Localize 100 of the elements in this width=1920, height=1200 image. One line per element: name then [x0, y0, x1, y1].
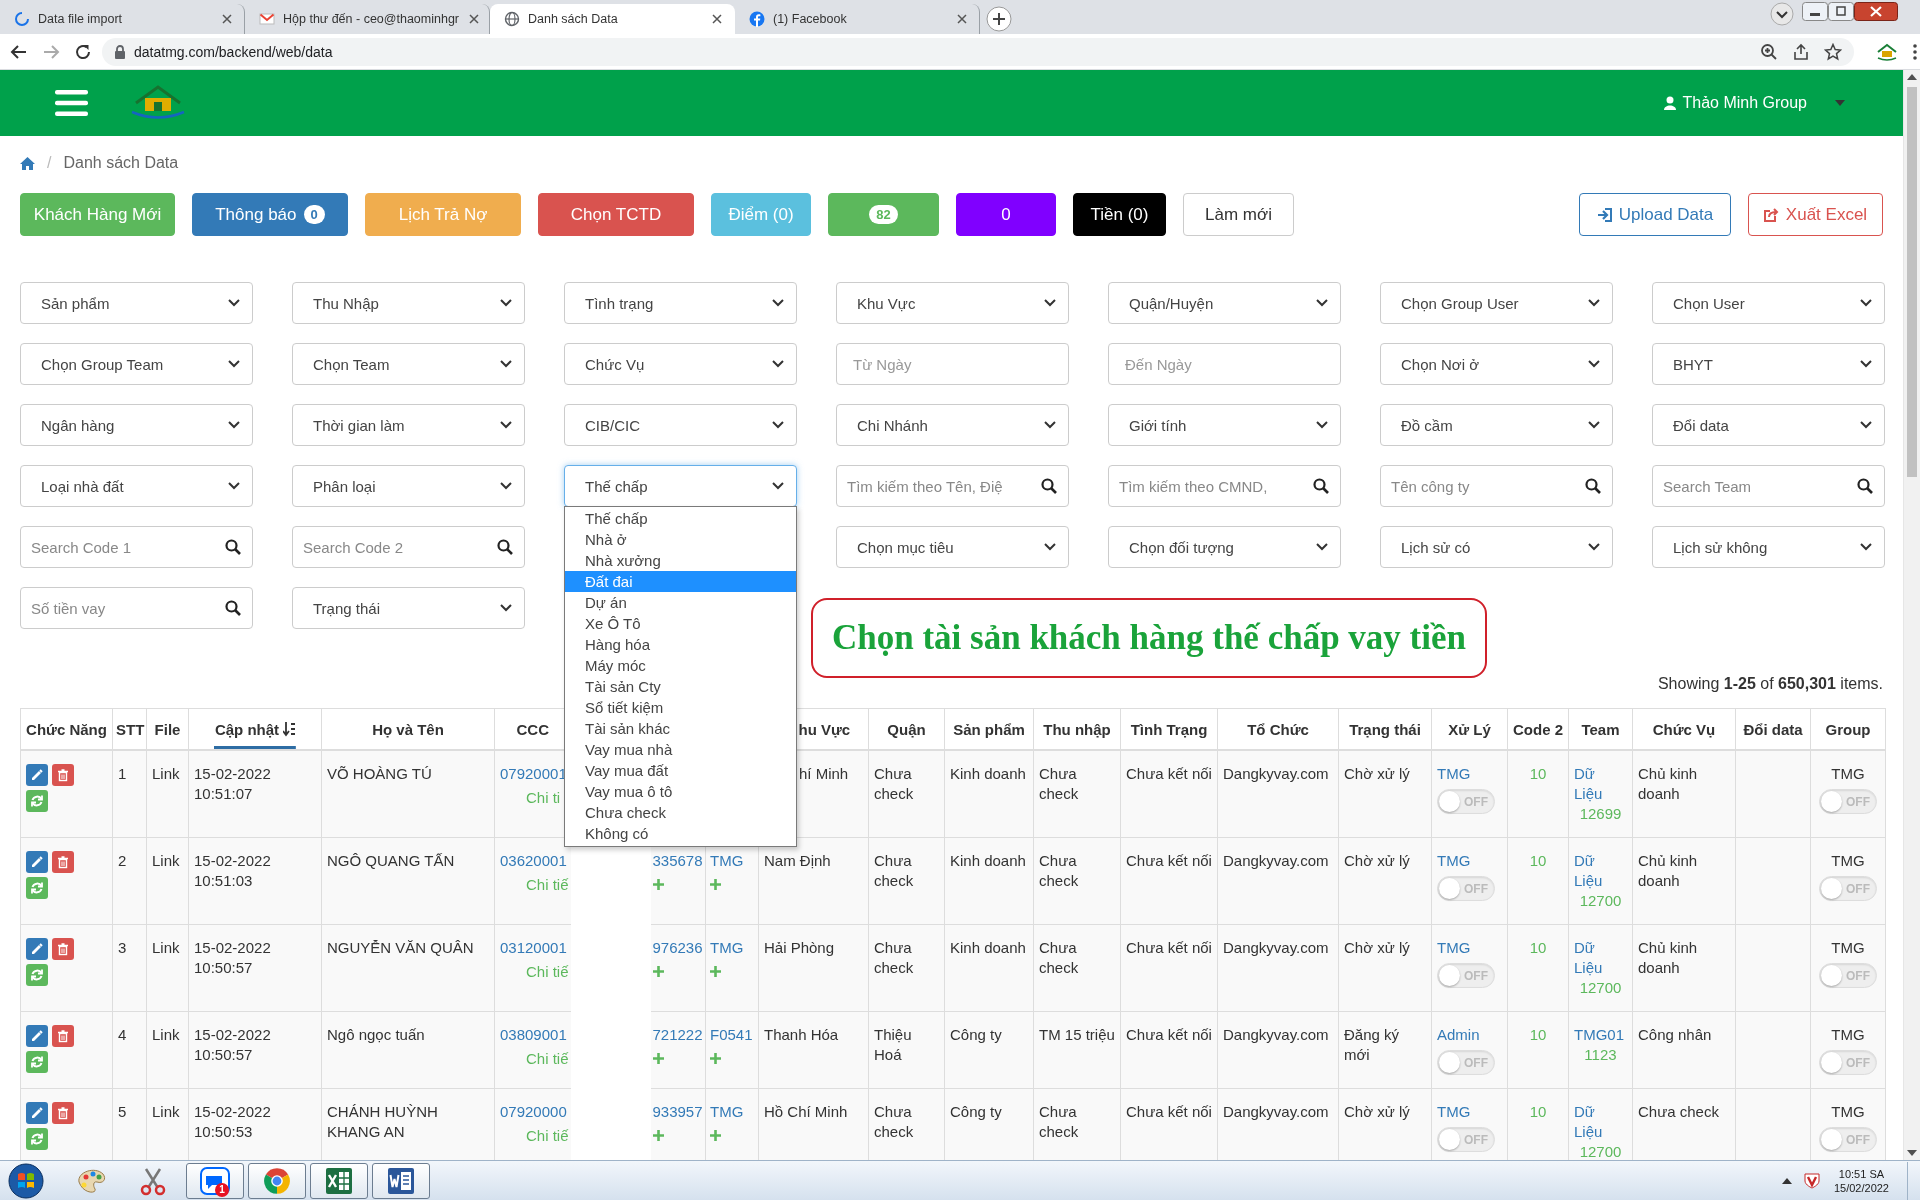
- toolbar-button[interactable]: Thông báo 0: [192, 193, 348, 236]
- file-link[interactable]: Link: [152, 939, 180, 956]
- chat-icon[interactable]: [200, 1166, 230, 1195]
- shield-icon[interactable]: [1803, 1172, 1820, 1189]
- search-field[interactable]: Search Team: [1652, 465, 1885, 507]
- zoom-icon[interactable]: [1760, 42, 1778, 61]
- column-header[interactable]: Chức Năng: [20, 708, 113, 750]
- select-field[interactable]: Đồ cầm: [1380, 404, 1613, 446]
- toolbar-button[interactable]: Upload Data: [1579, 193, 1731, 236]
- close-icon[interactable]: [955, 12, 969, 26]
- delete-button[interactable]: [52, 1025, 74, 1047]
- select-field[interactable]: Thế chấp: [564, 465, 797, 507]
- delete-button[interactable]: [52, 851, 74, 873]
- select-field[interactable]: Chọn mục tiêu: [836, 526, 1069, 568]
- column-header[interactable]: Group: [1810, 708, 1886, 750]
- plus-icon[interactable]: [710, 879, 721, 890]
- team-link[interactable]: TMG01: [1574, 1025, 1627, 1045]
- column-header[interactable]: Quận: [868, 708, 945, 750]
- id-link[interactable]: 03120001: [500, 938, 570, 958]
- search-icon[interactable]: [1313, 478, 1329, 494]
- close-icon[interactable]: [220, 12, 234, 26]
- back-icon[interactable]: [10, 42, 28, 61]
- select-field[interactable]: Chọn Nơi ở: [1380, 343, 1613, 385]
- more-icon[interactable]: [1912, 42, 1918, 61]
- toolbar-button[interactable]: Tiền (0): [1073, 193, 1166, 236]
- dropdown-option[interactable]: Nhà xưởng: [565, 550, 796, 571]
- source-link[interactable]: TMG: [710, 851, 753, 871]
- scrollbar[interactable]: [1903, 70, 1920, 1160]
- id-link[interactable]: 07920000: [500, 1102, 570, 1122]
- close-icon[interactable]: [467, 12, 481, 26]
- team-link[interactable]: Dữ Liệu: [1574, 938, 1627, 978]
- dropdown-option[interactable]: Hàng hóa: [565, 634, 796, 655]
- delete-button[interactable]: [52, 938, 74, 960]
- search-icon[interactable]: [1857, 478, 1873, 494]
- plus-icon[interactable]: [710, 1130, 721, 1141]
- search-field[interactable]: Số tiền vay: [20, 587, 253, 629]
- menu-icon[interactable]: [55, 89, 88, 117]
- star-icon[interactable]: [1824, 42, 1842, 61]
- search-icon[interactable]: [1585, 478, 1601, 494]
- edit-button[interactable]: [26, 851, 48, 873]
- select-field[interactable]: Loại nhà đất: [20, 465, 253, 507]
- handler-link[interactable]: TMG: [1437, 851, 1502, 871]
- column-header[interactable]: Đổi data: [1735, 708, 1811, 750]
- search-icon[interactable]: [225, 539, 241, 555]
- browser-icon[interactable]: [263, 1166, 291, 1195]
- dropdown-option[interactable]: Xe Ô Tô: [565, 613, 796, 634]
- tab-list-icon[interactable]: [1770, 2, 1794, 26]
- team-link[interactable]: Dữ Liệu: [1574, 1102, 1627, 1142]
- scrollbar-thumb[interactable]: [1907, 87, 1917, 477]
- plus-icon[interactable]: [652, 1053, 664, 1064]
- edit-button[interactable]: [26, 1025, 48, 1047]
- taskbar-button[interactable]: 1: [186, 1162, 244, 1199]
- select-field[interactable]: Chọn Team: [292, 343, 525, 385]
- delete-button[interactable]: [52, 1102, 74, 1124]
- refresh-button[interactable]: [26, 1051, 48, 1073]
- home-icon[interactable]: [20, 156, 35, 170]
- document-icon[interactable]: [387, 1166, 415, 1195]
- scroll-down-icon[interactable]: [1907, 1150, 1917, 1156]
- spreadsheet-icon[interactable]: [325, 1166, 353, 1195]
- plus-icon[interactable]: [710, 966, 721, 977]
- team-link[interactable]: Dữ Liệu: [1574, 764, 1627, 804]
- reload-icon[interactable]: [74, 42, 92, 61]
- refresh-button[interactable]: [26, 1128, 48, 1150]
- select-field[interactable]: Chọn Group User: [1380, 282, 1613, 324]
- refresh-button[interactable]: [26, 790, 48, 812]
- column-header[interactable]: Team: [1568, 708, 1633, 750]
- column-header[interactable]: Tổ Chức: [1217, 708, 1339, 750]
- dropdown-option[interactable]: Máy móc: [565, 655, 796, 676]
- toolbar-button[interactable]: 0: [956, 193, 1056, 236]
- column-header[interactable]: Thu nhập: [1033, 708, 1121, 750]
- select-field[interactable]: Tình trạng: [564, 282, 797, 324]
- team-link[interactable]: Dữ Liệu: [1574, 851, 1627, 891]
- id-link[interactable]: 03809001: [500, 1025, 570, 1045]
- scroll-up-icon[interactable]: [1907, 74, 1917, 80]
- column-header[interactable]: Cập nhật: [188, 708, 322, 750]
- handler-link[interactable]: TMG: [1437, 764, 1502, 784]
- select-field[interactable]: Chi Nhánh: [836, 404, 1069, 446]
- search-field[interactable]: Tên công ty: [1380, 465, 1613, 507]
- search-icon[interactable]: [1041, 478, 1057, 494]
- handler-link[interactable]: TMG: [1437, 1102, 1502, 1122]
- select-field[interactable]: Lịch sử không: [1652, 526, 1885, 568]
- column-header[interactable]: File: [146, 708, 189, 750]
- plus-icon[interactable]: [652, 879, 664, 890]
- search-icon[interactable]: [497, 539, 513, 555]
- search-field[interactable]: Search Code 2: [292, 526, 525, 568]
- file-link[interactable]: Link: [152, 765, 180, 782]
- search-icon[interactable]: [225, 600, 241, 616]
- search-field[interactable]: Tìm kiếm theo CMND,: [1108, 465, 1341, 507]
- search-field[interactable]: Search Code 1: [20, 526, 253, 568]
- extension-icon[interactable]: [1876, 42, 1898, 61]
- tray-expand-icon[interactable]: [1781, 1177, 1792, 1184]
- browser-tab[interactable]: Danh sách Data: [490, 4, 735, 34]
- select-field[interactable]: Chọn đối tượng: [1108, 526, 1341, 568]
- select-field[interactable]: Giới tính: [1108, 404, 1341, 446]
- minimize-icon[interactable]: [1802, 2, 1828, 21]
- column-header[interactable]: Xử Lý: [1431, 708, 1508, 750]
- column-header[interactable]: Sản phẩm: [944, 708, 1034, 750]
- select-field[interactable]: Quận/Huyện: [1108, 282, 1341, 324]
- share-icon[interactable]: [1792, 42, 1810, 61]
- column-header[interactable]: Chức Vụ: [1632, 708, 1736, 750]
